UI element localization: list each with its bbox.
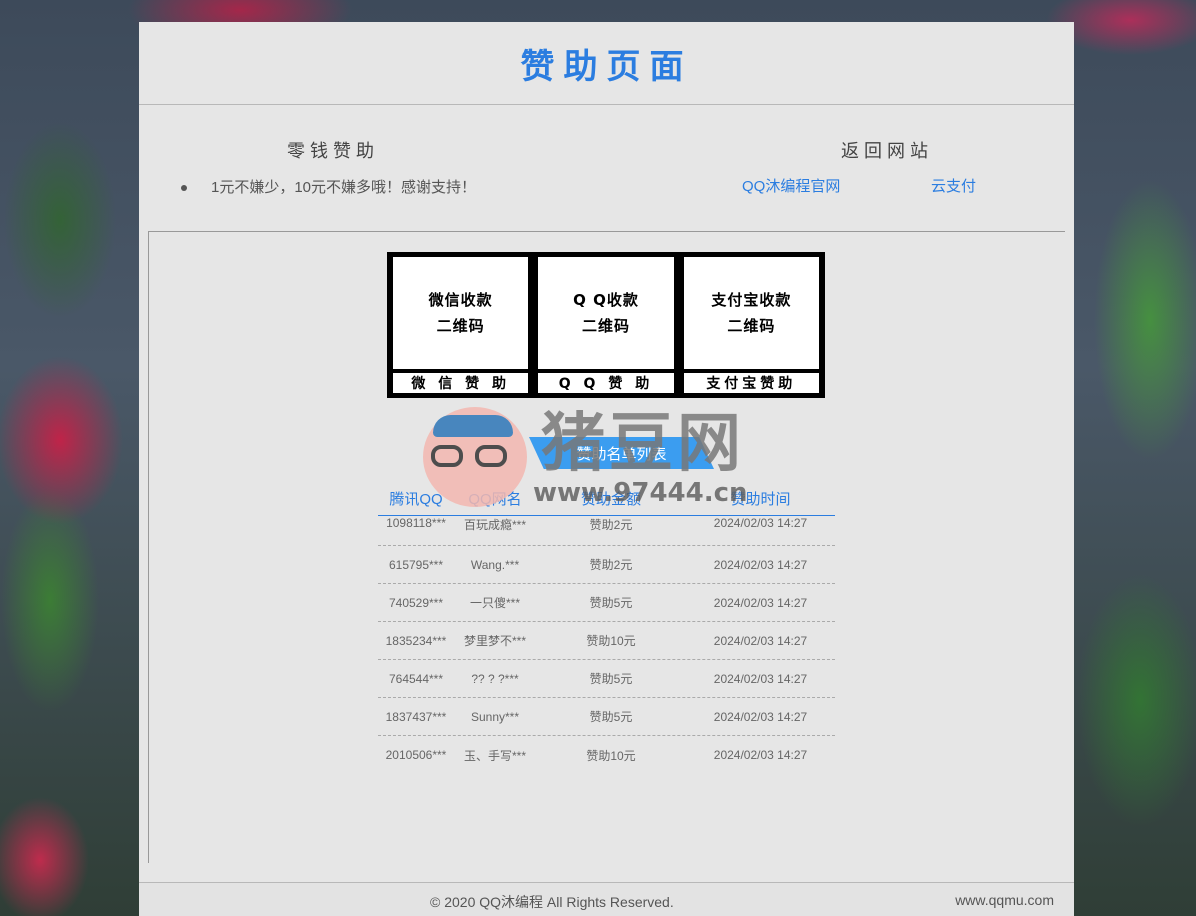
header-amount: 赞助金额 (580, 491, 641, 508)
cell-amount: 赞助5元 (589, 710, 633, 724)
link-qqmu-official[interactable]: QQ沐编程官网 (742, 175, 840, 196)
qr-alipay-line2: 二维码 (727, 317, 776, 335)
cell-nickname: 玉、手写*** (463, 748, 526, 763)
table-row: 764544*** ?? ? ?*** 赞助5元 2024/02/03 14:27 (378, 660, 835, 698)
cell-time: 2024/02/03 14:27 (713, 671, 808, 686)
cell-qq: 1837437*** (385, 709, 447, 724)
qr-wechat-line2: 二维码 (436, 317, 485, 335)
cell-amount: 赞助2元 (589, 518, 633, 532)
qr-code-alipay: 支付宝收款 二维码 (683, 257, 819, 369)
donate-note: 1元不嫌少，10元不嫌多哦！感谢支持！ (181, 176, 476, 197)
qr-wechat-line1: 微信收款 (428, 291, 493, 309)
qr-qq-line2: 二维码 (581, 317, 630, 335)
cell-nickname: 一只傻*** (469, 596, 520, 610)
table-row: 1837437*** Sunny*** 赞助5元 2024/02/03 14:27 (378, 698, 835, 736)
cell-amount: 赞助2元 (589, 558, 633, 572)
cell-time: 2024/02/03 14:27 (713, 633, 808, 648)
cell-qq: 740529*** (388, 595, 444, 610)
cell-qq: 764544*** (388, 671, 444, 686)
qr-wechat-label[interactable]: 微 信 赞 助 (393, 373, 529, 393)
footer: © 2020 QQ沐编程 All Rights Reserved. www.qq… (139, 882, 1074, 916)
cell-nickname: 梦里梦不*** (463, 634, 526, 648)
cell-nickname: Sunny*** (470, 709, 520, 724)
content-box: 微信收款 二维码 微 信 赞 助 Q Q收款 二维码 Q Q 赞 助 支付宝收款… (148, 231, 1065, 863)
cell-time: 2024/02/03 14:27 (713, 557, 808, 572)
cell-qq: 1098118*** (386, 516, 446, 530)
cell-time: 2024/02/03 14:27 (713, 709, 808, 724)
cell-amount: 赞助10元 (586, 634, 636, 648)
sponsor-list-button[interactable]: 赞助名单列表 (529, 437, 714, 469)
header-time: 赞助时间 (730, 491, 791, 508)
table-row: 1835234*** 梦里梦不*** 赞助10元 2024/02/03 14:27 (378, 622, 835, 660)
qr-alipay-line1: 支付宝收款 (711, 291, 792, 309)
cell-qq: 1835234*** (385, 633, 447, 648)
header-qq: 腾讯QQ (389, 491, 443, 508)
return-title: 返回网站 (841, 141, 933, 162)
qr-code-qq: Q Q收款 二维码 (538, 257, 674, 369)
sponsor-table: 腾讯QQ QQ网名 赞助金额 赞助时间 1098118*** 百玩成瘾*** 赞助2… (378, 482, 835, 774)
donate-title: 零钱赞助 (287, 141, 379, 162)
table-row: 740529*** 一只傻*** 赞助5元 2024/02/03 14:27 (378, 584, 835, 622)
qr-qq-line1: Q Q收款 (573, 291, 639, 309)
cell-nickname: Wang.*** (470, 557, 520, 572)
copyright-text: © 2020 QQ沐编程 All Rights Reserved. (430, 894, 674, 910)
page-header: 赞助页面 (139, 22, 1074, 105)
qr-code-wechat: 微信收款 二维码 (393, 257, 529, 369)
donate-note-text: 1元不嫌少，10元不嫌多哦！感谢支持！ (211, 179, 477, 196)
table-header: 腾讯QQ QQ网名 赞助金额 赞助时间 (378, 482, 835, 516)
qr-qq: Q Q收款 二维码 Q Q 赞 助 (538, 257, 674, 393)
cell-amount: 赞助10元 (586, 748, 636, 763)
qr-alipay: 支付宝收款 二维码 支付宝赞助 (683, 257, 819, 393)
bullet-icon (181, 185, 187, 192)
qr-wechat: 微信收款 二维码 微 信 赞 助 (393, 257, 529, 393)
cell-qq: 2010506*** (385, 748, 447, 762)
cell-nickname: ?? ? ?*** (471, 671, 519, 686)
qr-strip: 微信收款 二维码 微 信 赞 助 Q Q收款 二维码 Q Q 赞 助 支付宝收款… (387, 252, 825, 398)
top-section: 零钱赞助 1元不嫌少，10元不嫌多哦！感谢支持！ 返回网站 (139, 105, 1074, 231)
page-title: 赞助页面 (520, 46, 693, 87)
table-body: 1098118*** 百玩成瘾*** 赞助2元 2024/02/03 14:27 615… (378, 516, 835, 774)
table-row: 615795*** Wang.*** 赞助2元 2024/02/03 14:27 (378, 546, 835, 584)
cell-time: 2024/02/03 14:27 (713, 516, 808, 530)
cell-amount: 赞助5元 (589, 596, 633, 610)
cell-nickname: 百玩成瘾*** (463, 518, 526, 532)
cell-qq: 615795*** (388, 557, 444, 572)
qr-qq-label[interactable]: Q Q 赞 助 (538, 373, 674, 393)
cell-amount: 赞助5元 (589, 672, 633, 686)
main-panel: 赞助页面 零钱赞助 1元不嫌少，10元不嫌多哦！感谢支持！ 返回网站 QQ沐编程… (139, 22, 1074, 916)
link-cloud-pay[interactable]: 云支付 (931, 175, 976, 196)
header-nickname: QQ网名 (468, 491, 522, 508)
cell-time: 2024/02/03 14:27 (713, 595, 808, 610)
cell-time: 2024/02/03 14:27 (713, 748, 808, 762)
table-row: 2010506*** 玉、手写*** 赞助10元 2024/02/03 14:27 (378, 736, 835, 774)
qr-alipay-label[interactable]: 支付宝赞助 (683, 373, 819, 393)
table-row: 1098118*** 百玩成瘾*** 赞助2元 2024/02/03 14:27 (378, 516, 835, 546)
footer-site[interactable]: www.qqmu.com (955, 892, 1054, 908)
